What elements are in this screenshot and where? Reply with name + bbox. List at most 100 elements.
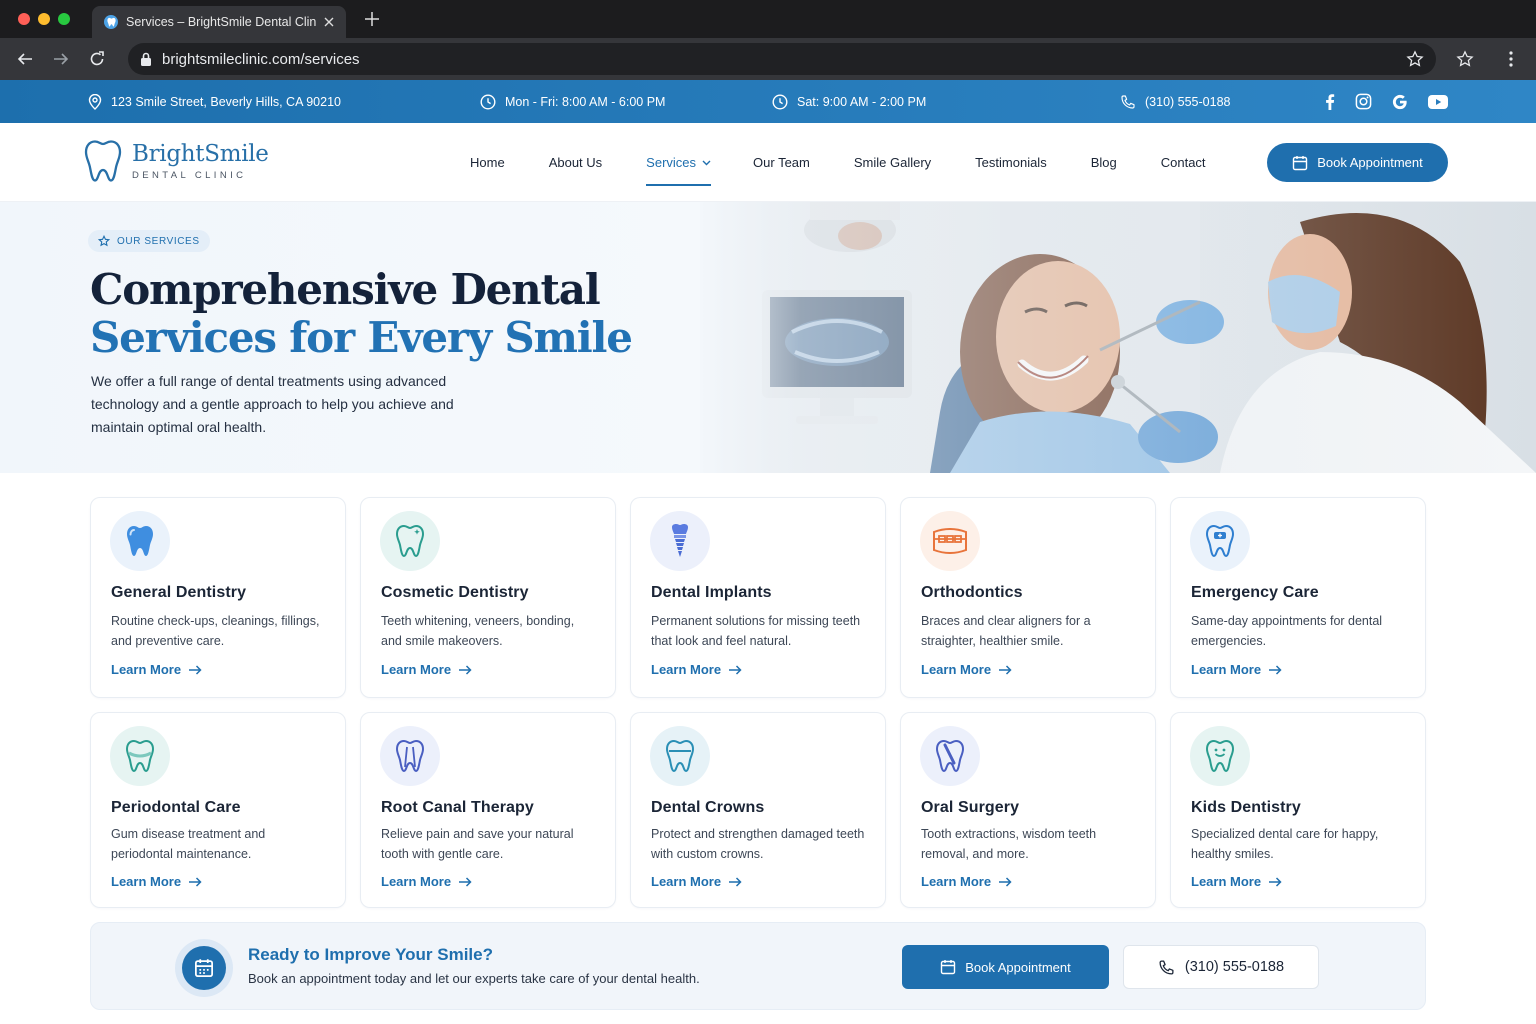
service-card-orthodontics[interactable]: Orthodontics Braces and clear aligners f… bbox=[900, 497, 1156, 698]
nav-label: Our Team bbox=[753, 155, 810, 170]
learn-more-link[interactable]: Learn More bbox=[111, 662, 202, 677]
browser-tab-strip: Services – BrightSmile Dental Clinic bbox=[0, 0, 1536, 38]
new-tab-button[interactable] bbox=[360, 7, 384, 31]
phone-info[interactable]: (310) 555-0188 bbox=[1120, 80, 1230, 123]
card-description: Tooth extractions, wisdom teeth removal,… bbox=[921, 827, 1097, 861]
arrow-right-icon bbox=[729, 876, 742, 887]
arrow-right-icon bbox=[1269, 876, 1282, 887]
url-text: brightsmileclinic.com/services bbox=[162, 50, 360, 68]
header-book-appointment-button[interactable]: Book Appointment bbox=[1267, 143, 1448, 182]
minimize-window-button[interactable] bbox=[38, 13, 50, 25]
browser-tab[interactable]: Services – BrightSmile Dental Clinic bbox=[92, 6, 346, 38]
service-card-emergency-care[interactable]: Emergency Care Same-day appointments for… bbox=[1170, 497, 1426, 698]
nav-blog[interactable]: Blog bbox=[1091, 123, 1117, 202]
facebook-icon[interactable] bbox=[1325, 93, 1335, 110]
learn-more-link[interactable]: Learn More bbox=[921, 874, 1012, 889]
root-canal-icon bbox=[380, 726, 440, 786]
tooth-icon bbox=[110, 511, 170, 571]
surgery-tooth-icon bbox=[920, 726, 980, 786]
arrow-right-icon bbox=[54, 53, 69, 65]
site-logo[interactable]: BrightSmile DENTAL CLINIC bbox=[84, 139, 269, 183]
google-icon[interactable] bbox=[1392, 94, 1408, 110]
service-card-root-canal-therapy[interactable]: Root Canal Therapy Relieve pain and save… bbox=[360, 712, 616, 908]
maximize-window-button[interactable] bbox=[58, 13, 70, 25]
card-description: Braces and clear aligners for a straight… bbox=[921, 614, 1091, 648]
tab-title: Services – BrightSmile Dental Clinic bbox=[126, 15, 316, 29]
card-description: Teeth whitening, veneers, bonding, and s… bbox=[381, 614, 575, 648]
service-card-periodontal-care[interactable]: Periodontal Care Gum disease treatment a… bbox=[90, 712, 346, 908]
service-card-oral-surgery[interactable]: Oral Surgery Tooth extractions, wisdom t… bbox=[900, 712, 1156, 908]
nav-home[interactable]: Home bbox=[470, 123, 505, 202]
service-card-dental-implants[interactable]: Dental Implants Permanent solutions for … bbox=[630, 497, 886, 698]
address-bar[interactable]: brightsmileclinic.com/services bbox=[128, 43, 1436, 75]
learn-more-link[interactable]: Learn More bbox=[381, 662, 472, 677]
card-description: Gum disease treatment and periodontal ma… bbox=[111, 827, 266, 861]
learn-more-link[interactable]: Learn More bbox=[111, 874, 202, 889]
nav-about-us[interactable]: About Us bbox=[549, 123, 602, 202]
close-tab-icon[interactable] bbox=[324, 17, 334, 27]
cta-book-appointment-button[interactable]: Book Appointment bbox=[902, 945, 1109, 989]
link-label: Learn More bbox=[381, 874, 452, 889]
arrow-right-icon bbox=[999, 876, 1012, 887]
close-window-button[interactable] bbox=[18, 13, 30, 25]
link-label: Learn More bbox=[1191, 874, 1262, 889]
arrow-right-icon bbox=[189, 664, 202, 675]
service-card-dental-crowns[interactable]: Dental Crowns Protect and strengthen dam… bbox=[630, 712, 886, 908]
book-label: Book Appointment bbox=[1317, 155, 1423, 170]
site-header: BrightSmile DENTAL CLINIC Home About Us … bbox=[0, 123, 1536, 202]
link-label: Learn More bbox=[1191, 662, 1262, 677]
learn-more-link[interactable]: Learn More bbox=[1191, 874, 1282, 889]
arrow-right-icon bbox=[999, 664, 1012, 675]
youtube-icon[interactable] bbox=[1428, 94, 1448, 109]
back-button[interactable] bbox=[10, 44, 40, 74]
nav-smile-gallery[interactable]: Smile Gallery bbox=[854, 123, 931, 202]
cta-phone-button[interactable]: (310) 555-0188 bbox=[1123, 945, 1319, 989]
learn-more-link[interactable]: Learn More bbox=[921, 662, 1012, 677]
arrow-right-icon bbox=[459, 876, 472, 887]
nav-label: Blog bbox=[1090, 155, 1117, 170]
nav-contact[interactable]: Contact bbox=[1161, 123, 1206, 202]
services-grid: General Dentistry Routine check-ups, cle… bbox=[90, 497, 1426, 908]
nav-label: Contact bbox=[1160, 155, 1206, 170]
calendar-icon bbox=[195, 959, 213, 977]
arrow-right-icon bbox=[1269, 664, 1282, 675]
saturday-hours-text: Sat: 9:00 AM - 2:00 PM bbox=[797, 94, 927, 109]
reload-icon bbox=[90, 51, 104, 66]
service-card-general-dentistry[interactable]: General Dentistry Routine check-ups, cle… bbox=[90, 497, 346, 698]
favicon-tooth-icon bbox=[104, 15, 118, 29]
badge-text: OUR SERVICES bbox=[117, 235, 200, 247]
hero-section: OUR SERVICES Comprehensive Dental Servic… bbox=[0, 202, 1536, 473]
learn-more-link[interactable]: Learn More bbox=[651, 662, 742, 677]
implant-icon bbox=[650, 511, 710, 571]
link-label: Learn More bbox=[651, 874, 722, 889]
instagram-icon[interactable] bbox=[1355, 93, 1372, 110]
nav-our-team[interactable]: Our Team bbox=[753, 123, 810, 202]
link-label: Learn More bbox=[111, 662, 182, 677]
nav-services[interactable]: Services bbox=[646, 123, 711, 202]
nav-testimonials[interactable]: Testimonials bbox=[975, 123, 1047, 202]
card-description: Protect and strengthen damaged teeth wit… bbox=[651, 827, 865, 861]
link-label: Learn More bbox=[921, 662, 992, 677]
card-title: Dental Implants bbox=[651, 584, 772, 601]
card-title: Kids Dentistry bbox=[1191, 799, 1301, 816]
browser-menu-button[interactable] bbox=[1496, 44, 1526, 74]
bookmark-star-icon[interactable] bbox=[1406, 50, 1424, 68]
learn-more-link[interactable]: Learn More bbox=[651, 874, 742, 889]
cta-title: Ready to Improve Your Smile? bbox=[248, 945, 493, 964]
smiling-tooth-icon bbox=[1190, 726, 1250, 786]
forward-button[interactable] bbox=[46, 44, 76, 74]
link-label: Learn More bbox=[111, 874, 182, 889]
bookmarks-button[interactable] bbox=[1450, 44, 1480, 74]
learn-more-link[interactable]: Learn More bbox=[1191, 662, 1282, 677]
our-services-badge: OUR SERVICES bbox=[88, 230, 210, 252]
card-title: Cosmetic Dentistry bbox=[381, 584, 529, 601]
service-card-kids-dentistry[interactable]: Kids Dentistry Specialized dental care f… bbox=[1170, 712, 1426, 908]
learn-more-link[interactable]: Learn More bbox=[381, 874, 472, 889]
hero-dentist-photo bbox=[700, 202, 1536, 473]
service-card-cosmetic-dentistry[interactable]: Cosmetic Dentistry Teeth whitening, vene… bbox=[360, 497, 616, 698]
saturday-hours-info: Sat: 9:00 AM - 2:00 PM bbox=[772, 80, 926, 123]
reload-button[interactable] bbox=[82, 44, 112, 74]
card-title: Dental Crowns bbox=[651, 799, 765, 816]
window-controls bbox=[0, 13, 92, 25]
card-title: Emergency Care bbox=[1191, 584, 1319, 601]
